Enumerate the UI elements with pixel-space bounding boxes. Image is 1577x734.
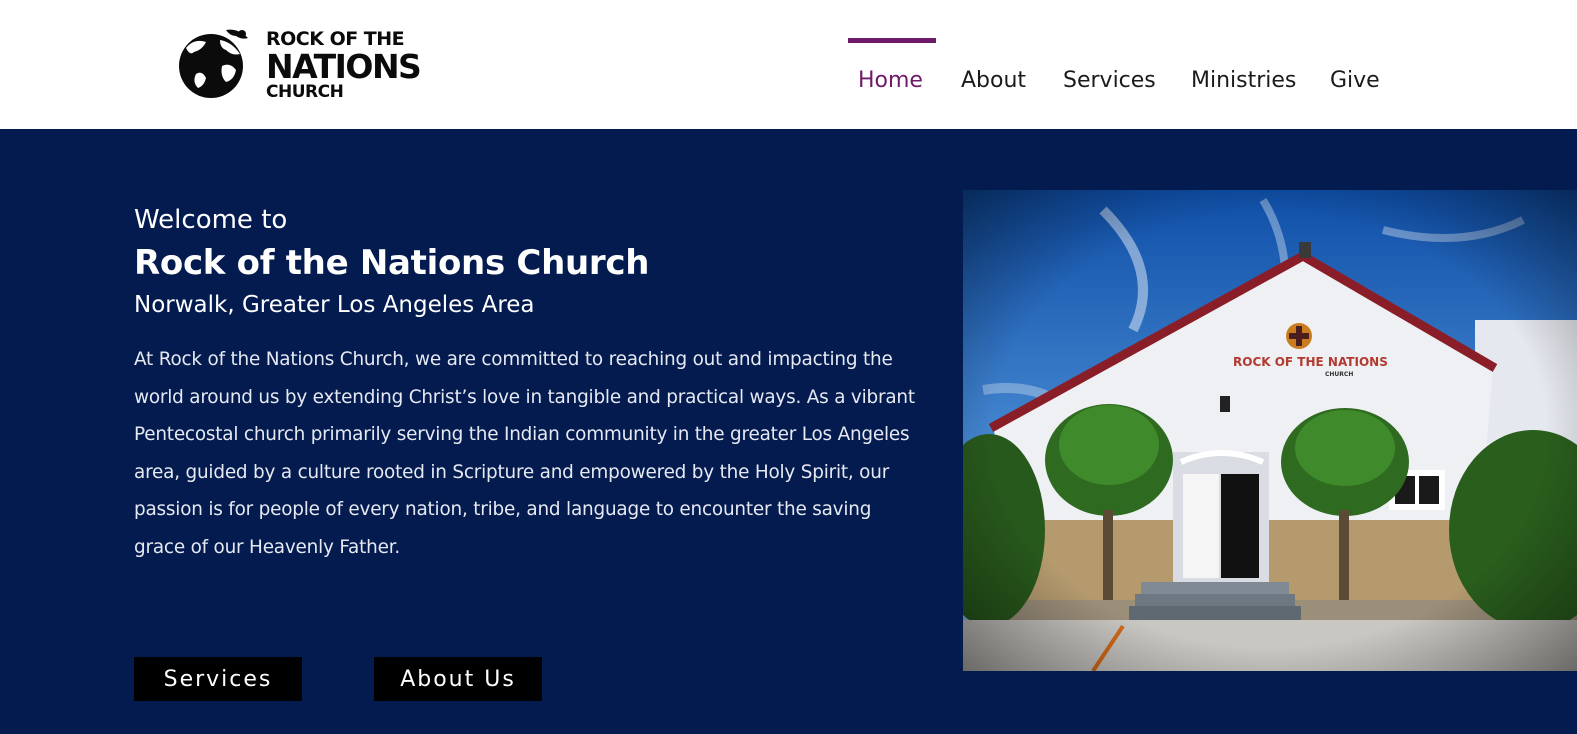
nav-ministries[interactable]: Ministries	[1191, 68, 1296, 93]
hero-section: Welcome to Rock of the Nations Church No…	[0, 129, 1577, 734]
nav-about[interactable]: About	[961, 68, 1026, 93]
logo-wordmark: ROCK OF THE NATIONS CHURCH	[266, 30, 422, 102]
location-subtitle: Norwalk, Greater Los Angeles Area	[134, 292, 535, 318]
about-us-button[interactable]: About Us	[374, 657, 542, 701]
globe-icon	[179, 29, 248, 98]
church-logo[interactable]: ROCK OF THE NATIONS CHURCH	[176, 26, 422, 101]
active-nav-indicator	[848, 38, 936, 43]
church-building-photo: ROCK OF THE NATIONS CHURCH	[963, 190, 1577, 671]
services-button[interactable]: Services	[134, 657, 302, 701]
site-header: ROCK OF THE NATIONS CHURCH Home About Se…	[0, 0, 1577, 129]
nav-home[interactable]: Home	[858, 68, 923, 93]
nav-services[interactable]: Services	[1063, 68, 1156, 93]
welcome-text: Welcome to	[134, 205, 288, 235]
nav-give[interactable]: Give	[1330, 68, 1380, 93]
page-title: Rock of the Nations Church	[134, 243, 650, 283]
church-photo-illustration: ROCK OF THE NATIONS CHURCH	[963, 190, 1577, 671]
intro-paragraph: At Rock of the Nations Church, we are co…	[134, 349, 915, 558]
logo-line-2: NATIONS	[266, 47, 422, 86]
logo-line-3: CHURCH	[266, 82, 344, 102]
